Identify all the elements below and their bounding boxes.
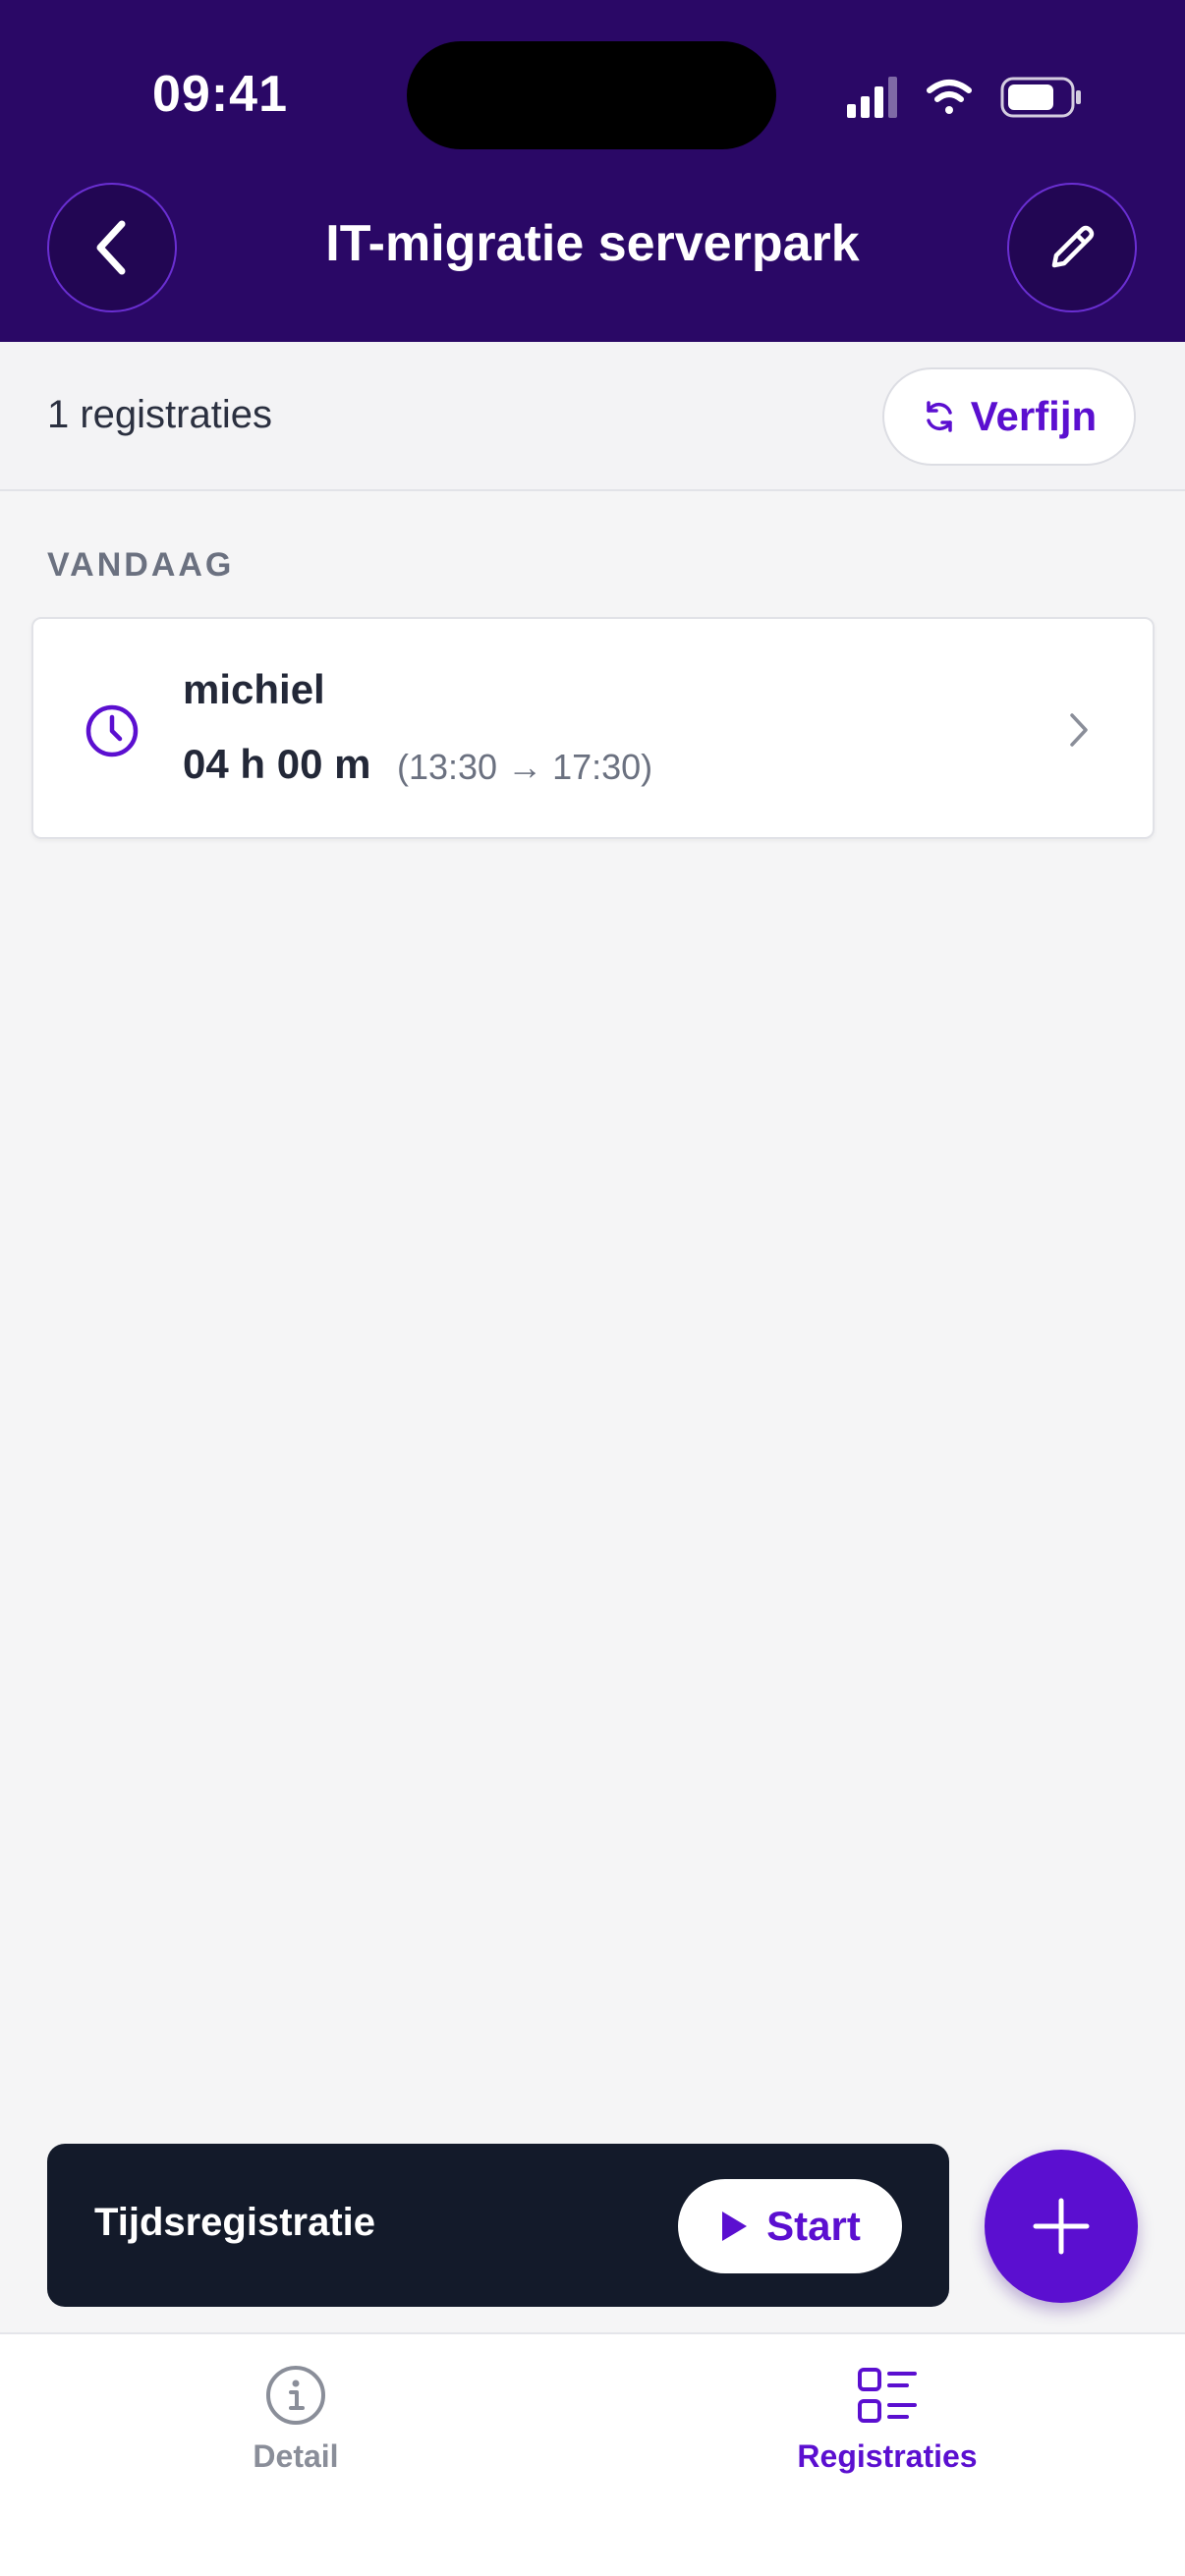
chevron-right-icon [1070,713,1088,747]
refresh-icon [927,401,952,432]
wifi-icon [927,80,972,114]
back-button[interactable] [47,183,177,312]
registration-card[interactable]: michiel 04 h 00 m (13:30 → 17:30) [31,617,1155,839]
chevron-left-icon [96,220,126,275]
status-time: 09:41 [152,66,288,123]
plus-icon [1033,2198,1090,2255]
start-label: Start [766,2203,861,2249]
entry-user-name: michiel [183,666,325,712]
entry-duration: 04 h 00 m [183,741,371,787]
page-title: IT-migratie serverpark [325,215,860,272]
tab-detail-label: Detail [253,2438,339,2474]
tab-registraties[interactable]: Registraties [769,2364,1005,2475]
tab-registraties-label: Registraties [797,2438,978,2474]
info-icon [266,2366,325,2425]
play-icon [722,2212,748,2241]
tab-bar: Detail Registraties [0,2332,1185,2576]
start-button[interactable]: Start [678,2179,902,2273]
add-registration-button[interactable] [985,2150,1138,2303]
refine-button[interactable]: Verfijn [882,367,1136,466]
battery-icon [1000,77,1081,118]
dynamic-island [407,41,776,149]
list-icon [858,2368,917,2423]
clock-icon [85,704,139,757]
section-heading-today: VANDAAG [47,546,235,584]
tab-detail[interactable]: Detail [178,2364,414,2475]
registration-count: 1 registraties [47,393,272,436]
pencil-icon [1051,225,1095,268]
time-tracking-bar: Tijdsregistratie Start [47,2144,949,2307]
refine-label: Verfijn [970,393,1098,439]
edit-button[interactable] [1007,183,1137,312]
app-header: 09:41 IT-migratie serverpark [0,0,1185,342]
signal-icon [847,77,897,118]
time-tracking-label: Tijdsregistratie [94,2201,376,2244]
entry-time-range: (13:30 → 17:30) [397,747,653,787]
status-icons [847,77,1081,118]
